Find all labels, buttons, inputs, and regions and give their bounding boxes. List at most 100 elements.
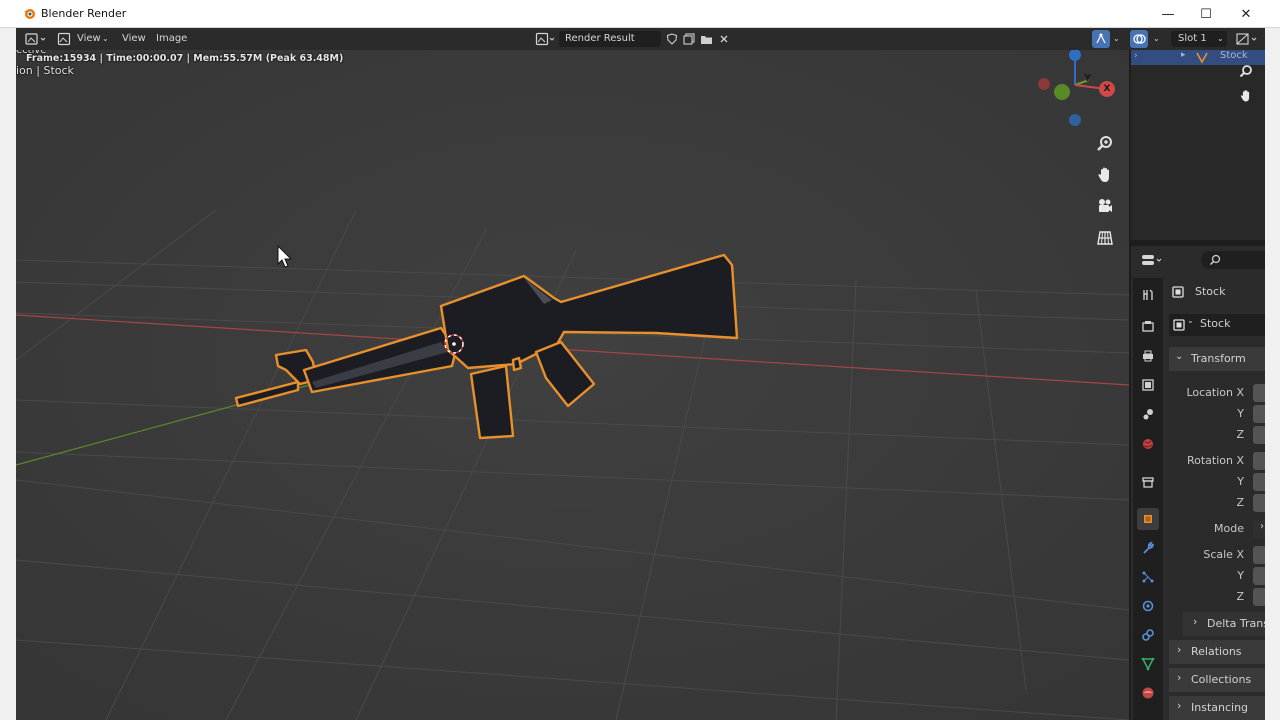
tab-scene[interactable]: [1137, 403, 1159, 425]
window-left-edge: [0, 28, 16, 720]
zoom-icon: [1097, 136, 1112, 151]
unlink-image-icon[interactable]: [716, 31, 732, 47]
tab-constraints[interactable]: [1137, 624, 1159, 646]
scene-icon: [1143, 409, 1153, 420]
outliner-pan-button[interactable]: [1237, 87, 1255, 105]
render-viewport[interactable]: Y X ective Frame:15934 | Time:00:00.07 |…: [16, 50, 1129, 720]
instancing-panel-header[interactable]: › Instancing: [1169, 696, 1265, 720]
scale-x-field[interactable]: [1253, 546, 1265, 564]
grid-perspective-icon: [1097, 231, 1113, 245]
tab-modifiers[interactable]: [1137, 537, 1159, 559]
rotation-z-field[interactable]: [1253, 494, 1265, 512]
expand-arrow-icon: ▸: [1181, 50, 1186, 60]
chevron-right-icon: ›: [1177, 699, 1182, 712]
image-editor-icon: [25, 33, 46, 45]
maximize-button[interactable]: ☐: [1186, 0, 1226, 28]
fake-user-shield-icon[interactable]: [664, 31, 680, 47]
tab-data[interactable]: [1137, 653, 1159, 675]
collections-panel-header[interactable]: › Collections: [1169, 668, 1265, 692]
minimize-button[interactable]: —: [1148, 0, 1188, 28]
properties-editor-type[interactable]: [1139, 251, 1165, 269]
close-window-button[interactable]: ✕: [1226, 0, 1266, 28]
view-mode-menu[interactable]: View: [77, 28, 101, 50]
blender-window: Blender Render — ☐ ✕ View ⌄ View Image R…: [0, 0, 1280, 720]
location-y-field[interactable]: [1253, 405, 1265, 423]
editor-type-selector[interactable]: [22, 31, 48, 47]
tab-view-layer[interactable]: [1137, 374, 1159, 396]
tab-tool[interactable]: [1137, 284, 1159, 306]
camera-view-button[interactable]: [1093, 194, 1117, 218]
tab-output[interactable]: [1137, 345, 1159, 367]
overlay-icon: [1133, 34, 1146, 44]
particles-icon: [1142, 571, 1154, 583]
gizmo-x-button[interactable]: X: [1099, 81, 1115, 97]
scale-y-label: Y: [1237, 569, 1244, 582]
chevron-right-icon: ›: [1177, 643, 1182, 656]
outliner-zoom-button[interactable]: [1237, 62, 1255, 80]
view-menu[interactable]: View: [122, 28, 146, 50]
chevron-right-icon: ›: [1177, 671, 1182, 684]
outliner[interactable]: › ▸ Stock: [1131, 50, 1265, 240]
camera-icon: [1099, 199, 1112, 212]
pan-button[interactable]: [1093, 163, 1117, 187]
scale-y-field[interactable]: [1253, 567, 1265, 585]
gizmo-toggle-button[interactable]: [1092, 30, 1110, 48]
object-properties: Stock ⌄ Stock ⌄ Transform Location X Y Z: [1169, 278, 1265, 720]
perspective-toggle-button[interactable]: [1093, 226, 1117, 250]
collection-box-icon: [1142, 477, 1154, 488]
properties-header: [1131, 246, 1265, 274]
outliner-object-name: Stock: [1220, 50, 1248, 61]
render-stats: Frame:15934 | Time:00:00.07 | Mem:55.57M…: [26, 53, 344, 64]
scale-z-label: Z: [1236, 590, 1244, 603]
new-image-icon[interactable]: [681, 31, 697, 47]
display-channels-selector[interactable]: [1234, 31, 1260, 47]
rotation-z-label: Z: [1236, 496, 1244, 509]
rotation-y-label: Y: [1237, 475, 1244, 488]
delta-transform-panel[interactable]: › Delta Trans: [1183, 612, 1265, 636]
tab-object[interactable]: [1137, 508, 1159, 530]
search-icon: [1209, 254, 1221, 266]
open-image-folder-icon[interactable]: [698, 31, 714, 47]
view-mode-icon[interactable]: [56, 31, 72, 47]
rotation-x-field[interactable]: [1253, 452, 1265, 470]
browse-image-button[interactable]: [534, 31, 558, 47]
tab-collection[interactable]: [1137, 471, 1159, 493]
image-browse-icon: [535, 32, 555, 46]
properties-object-name: Stock: [1195, 285, 1226, 298]
rotation-mode-dropdown[interactable]: ›: [1253, 520, 1265, 538]
tab-render[interactable]: [1137, 315, 1159, 337]
hand-icon: [1098, 167, 1109, 182]
location-z-field[interactable]: [1253, 426, 1265, 444]
tab-material[interactable]: [1137, 682, 1159, 704]
location-x-field[interactable]: [1253, 384, 1265, 402]
image-name-text: Render Result: [565, 33, 635, 44]
relations-label: Relations: [1191, 645, 1242, 658]
transform-panel-header[interactable]: ⌄ Transform: [1169, 347, 1265, 371]
display-channels-icon: [1236, 33, 1257, 45]
tab-world[interactable]: [1137, 433, 1159, 455]
chevron-down-icon: ⌄: [102, 34, 109, 43]
constraint-icon: [1142, 629, 1154, 641]
hand-icon: [1240, 90, 1250, 102]
rotation-y-field[interactable]: [1253, 473, 1265, 491]
physics-icon: [1142, 600, 1154, 612]
properties-search-field[interactable]: [1201, 251, 1265, 269]
zoom-icon: [1239, 65, 1252, 78]
object-name-field[interactable]: ⌄ Stock: [1169, 314, 1265, 336]
relations-panel-header[interactable]: › Relations: [1169, 640, 1265, 664]
scale-z-field[interactable]: [1253, 588, 1265, 606]
scene-render: [16, 50, 1129, 720]
tool-icon: [1143, 289, 1153, 300]
gizmo-icon: [1096, 33, 1106, 44]
zoom-button[interactable]: [1093, 132, 1117, 156]
world-icon: [1143, 439, 1153, 449]
properties-icon: [1142, 255, 1162, 265]
image-menu[interactable]: Image: [156, 28, 187, 50]
tab-physics[interactable]: [1137, 595, 1159, 617]
tab-particles[interactable]: [1137, 566, 1159, 588]
overlay-toggle-button[interactable]: [1130, 30, 1148, 48]
chevron-down-icon: ⌄: [1113, 34, 1120, 43]
image-layer-icon: [1142, 379, 1154, 391]
location-y-label: Y: [1237, 407, 1244, 420]
printer-icon: [1143, 350, 1153, 362]
